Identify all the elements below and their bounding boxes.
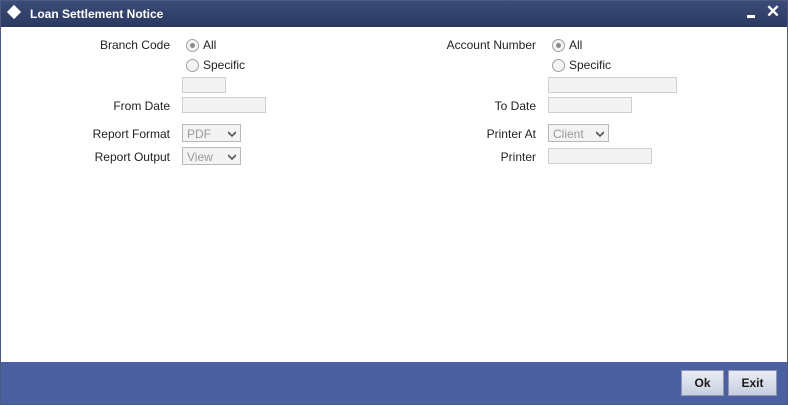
from-date-input[interactable]	[182, 97, 266, 113]
printer-input[interactable]	[548, 148, 652, 164]
printer-at-label: Printer At	[486, 127, 536, 141]
account-number-specific-radio[interactable]: Specific	[552, 57, 611, 73]
chevron-down-icon	[596, 131, 604, 138]
exit-button[interactable]: Exit	[728, 370, 777, 396]
radio-checked-icon	[552, 38, 565, 52]
loan-settlement-notice-window: Loan Settlement Notice ✕ Branch Code All…	[0, 0, 788, 405]
report-output-label: Report Output	[94, 150, 170, 164]
branch-code-all-radio[interactable]: All	[186, 37, 216, 53]
radio-unchecked-icon	[552, 58, 565, 72]
minimize-icon[interactable]	[745, 5, 759, 21]
chevron-down-icon	[228, 131, 236, 138]
window-title: Loan Settlement Notice	[30, 7, 164, 21]
printer-label: Printer	[500, 150, 536, 164]
branch-code-input[interactable]	[182, 77, 226, 93]
footer-bar: Ok Exit	[1, 362, 787, 404]
account-number-input[interactable]	[548, 77, 677, 93]
radio-unchecked-icon	[186, 58, 199, 72]
form-area: Branch Code All Specific Account Number …	[1, 27, 787, 362]
ok-button[interactable]: Ok	[681, 370, 724, 396]
report-format-label: Report Format	[92, 127, 170, 141]
from-date-label: From Date	[113, 99, 170, 113]
report-format-select[interactable]: PDF	[182, 124, 241, 142]
chevron-down-icon	[228, 154, 236, 161]
title-bar[interactable]: Loan Settlement Notice ✕	[1, 1, 787, 27]
report-output-select[interactable]: View	[182, 147, 241, 165]
account-number-label: Account Number	[446, 38, 536, 52]
close-icon[interactable]: ✕	[765, 2, 781, 22]
diamond-icon	[6, 4, 22, 20]
branch-code-specific-radio[interactable]: Specific	[186, 57, 245, 73]
branch-code-label: Branch Code	[99, 38, 170, 52]
account-number-all-radio[interactable]: All	[552, 37, 582, 53]
printer-at-select[interactable]: Client	[548, 124, 609, 142]
to-date-label: To Date	[494, 99, 536, 113]
radio-checked-icon	[186, 38, 199, 52]
to-date-input[interactable]	[548, 97, 632, 113]
